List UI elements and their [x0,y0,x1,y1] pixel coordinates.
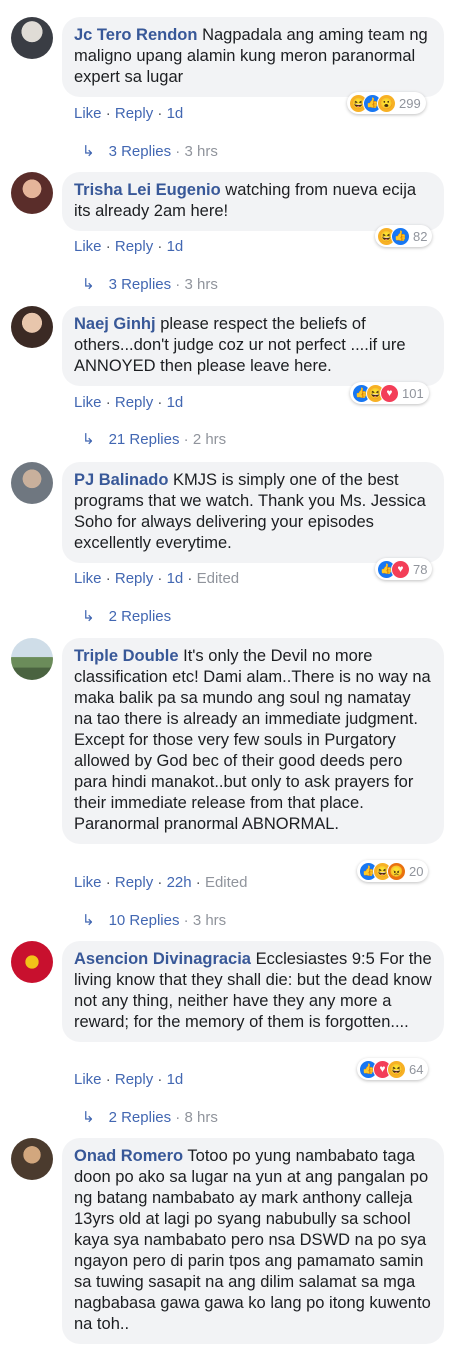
comment-actions: Like · Reply · 1d [74,1071,184,1088]
like-link[interactable]: Like [74,394,102,411]
haha-icon: 😆 [387,1059,406,1079]
like-link[interactable]: Like [74,105,102,122]
timestamp[interactable]: 22h [167,874,192,891]
replies-time: 3 hrs [184,143,218,160]
reply-link[interactable]: Reply [115,238,153,255]
view-replies[interactable]: ↳ 21 Replies · 2 hrs [82,430,226,448]
love-icon: ♥ [391,559,410,579]
comment-author[interactable]: Onad Romero [74,1147,183,1165]
comment-actions: Like · Reply · 1d [74,238,184,255]
like-link[interactable]: Like [74,238,102,255]
avatar[interactable] [11,1138,53,1180]
comment-bubble: Triple Double It's only the Devil no mor… [62,638,444,844]
view-replies[interactable]: ↳ 10 Replies · 3 hrs [82,911,226,929]
reaction-count: 299 [399,95,421,111]
reaction-count: 64 [409,1061,424,1077]
replies-time: 8 hrs [184,1109,218,1126]
reactions-summary[interactable]: 😆 👍 😮 299 [347,92,426,114]
avatar[interactable] [11,462,53,504]
reply-arrow-icon: ↳ [82,276,95,293]
replies-count[interactable]: 3 Replies [109,143,172,160]
timestamp[interactable]: 1d [167,238,184,255]
reactions-summary[interactable]: 👍 ♥ 😆 64 [357,1058,429,1080]
comment-actions: Like · Reply · 1d [74,105,184,122]
comment-bubble: Onad Romero Totoo po yung nambabato taga… [62,1138,444,1344]
replies-count[interactable]: 21 Replies [109,431,180,448]
comment-bubble: Asencion Divinagracia Ecclesiastes 9:5 F… [62,941,444,1042]
comment-author[interactable]: Naej Ginhj [74,315,156,333]
reply-arrow-icon: ↳ [82,143,95,160]
like-link[interactable]: Like [74,874,102,891]
comment-actions: Like · Reply · 22h · Edited [74,874,248,891]
love-icon: ♥ [380,383,399,403]
reaction-count: 101 [402,385,424,401]
wow-icon: 😮 [377,93,396,113]
replies-time: 3 hrs [184,276,218,293]
replies-count[interactable]: 3 Replies [109,276,172,293]
reaction-count: 20 [409,863,424,879]
edited-label[interactable]: Edited [205,874,248,891]
reply-arrow-icon: ↳ [82,1109,95,1126]
reactions-summary[interactable]: 😆 👍 82 [375,225,433,247]
reply-link[interactable]: Reply [115,1071,153,1088]
view-replies[interactable]: ↳ 2 Replies [82,607,171,625]
like-link[interactable]: Like [74,570,102,587]
reactions-summary[interactable]: 👍 ♥ 78 [375,558,433,580]
comment-author[interactable]: PJ Balinado [74,471,168,489]
timestamp[interactable]: 1d [167,394,184,411]
reply-arrow-icon: ↳ [82,912,95,929]
comment-bubble: Jc Tero Rendon Nagpadala ang aming team … [62,17,444,97]
angry-icon: 😠 [387,861,406,881]
avatar[interactable] [11,306,53,348]
reply-link[interactable]: Reply [115,105,153,122]
comment-actions: Like · Reply · 1d · Edited [74,570,240,587]
avatar[interactable] [11,172,53,214]
comment-author[interactable]: Trisha Lei Eugenio [74,181,221,199]
edited-label[interactable]: Edited [197,570,240,587]
reaction-count: 78 [413,561,428,577]
timestamp[interactable]: 1d [167,570,184,587]
comment-author[interactable]: Triple Double [74,647,179,665]
reply-arrow-icon: ↳ [82,431,95,448]
replies-count[interactable]: 2 Replies [109,1109,172,1126]
avatar[interactable] [11,941,53,983]
view-replies[interactable]: ↳ 3 Replies · 3 hrs [82,142,218,160]
replies-count[interactable]: 2 Replies [109,608,172,625]
reaction-count: 82 [413,228,428,244]
comment-text: Totoo po yung nambabato taga doon po ako… [74,1147,431,1333]
reply-link[interactable]: Reply [115,570,153,587]
comment-actions: Like · Reply · 1d [74,394,184,411]
avatar[interactable] [11,638,53,680]
reactions-summary[interactable]: 👍 😆 ♥ 101 [350,382,429,404]
like-icon: 👍 [391,226,410,246]
avatar[interactable] [11,17,53,59]
timestamp[interactable]: 1d [167,1071,184,1088]
reply-arrow-icon: ↳ [82,608,95,625]
replies-time: 3 hrs [192,912,227,929]
view-replies[interactable]: ↳ 2 Replies · 8 hrs [82,1108,218,1126]
reply-link[interactable]: Reply [115,874,153,891]
comment-author[interactable]: Asencion Divinagracia [74,950,251,968]
replies-count[interactable]: 10 Replies [109,912,180,929]
like-link[interactable]: Like [74,1071,102,1088]
reactions-summary[interactable]: 👍 😆 😠 20 [357,860,429,882]
comment-bubble: PJ Balinado KMJS is simply one of the be… [62,462,444,563]
comment-author[interactable]: Jc Tero Rendon [74,26,197,44]
replies-time: 2 hrs [192,431,227,448]
comment-text: It's only the Devil no more classificati… [74,647,431,833]
comment-bubble: Trisha Lei Eugenio watching from nueva e… [62,172,444,231]
view-replies[interactable]: ↳ 3 Replies · 3 hrs [82,275,218,293]
comment-bubble: Naej Ginhj please respect the beliefs of… [62,306,444,386]
reply-link[interactable]: Reply [115,394,153,411]
timestamp[interactable]: 1d [167,105,184,122]
